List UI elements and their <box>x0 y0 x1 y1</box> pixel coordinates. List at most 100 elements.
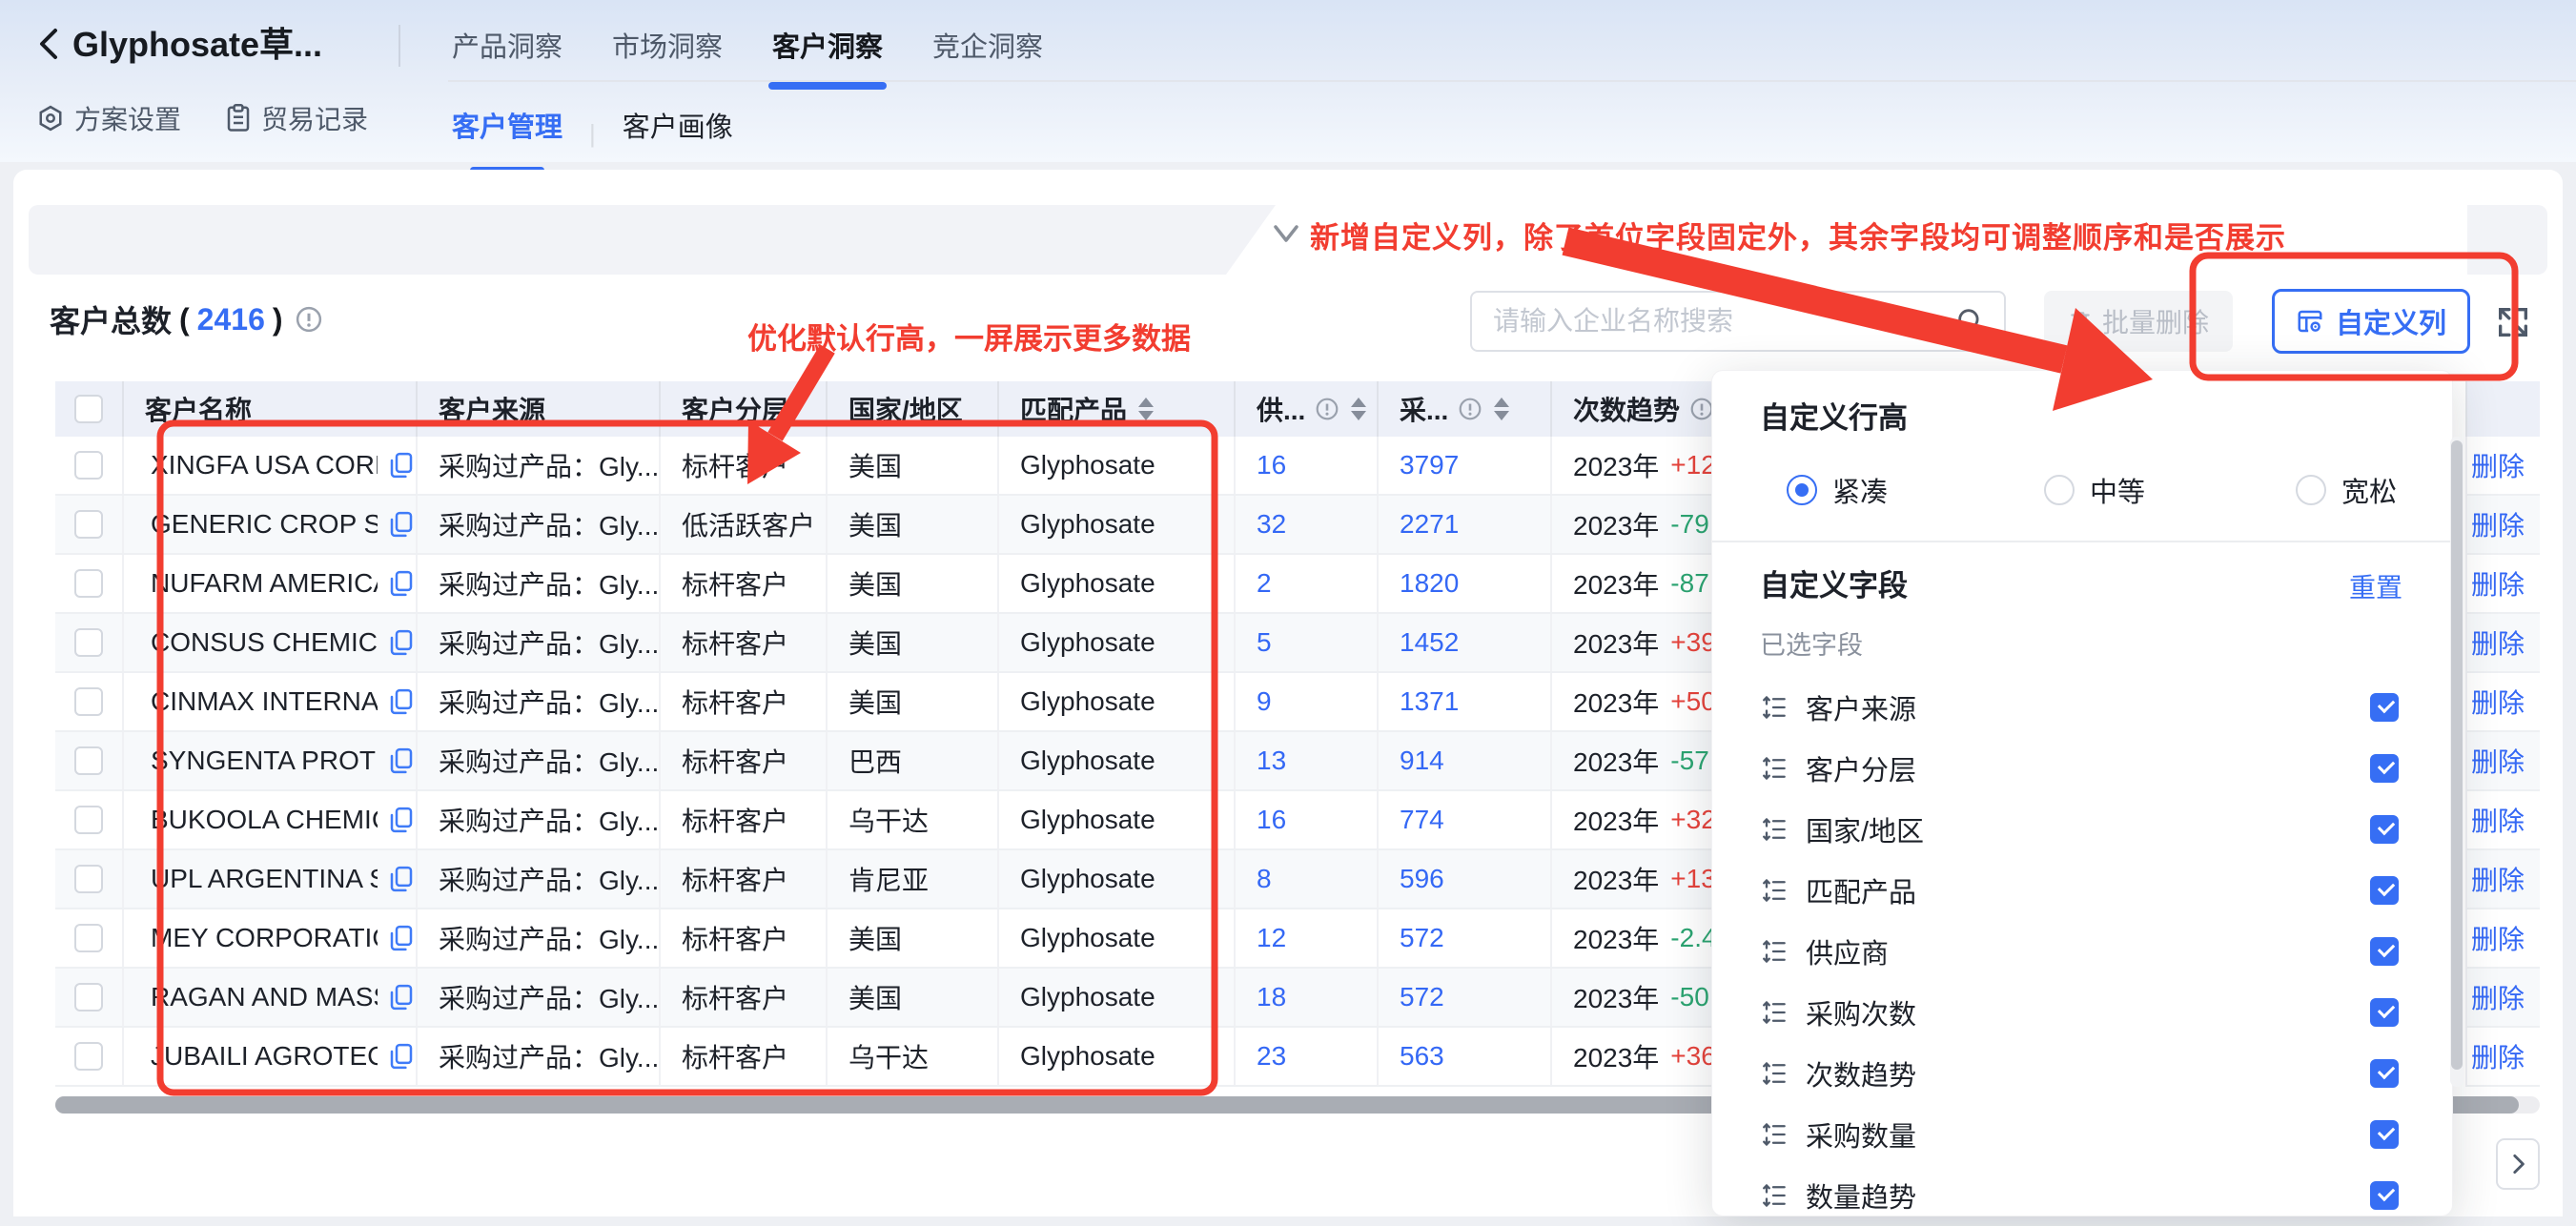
row-checkbox[interactable] <box>74 806 103 834</box>
purchase-count-link[interactable]: 1452 <box>1400 627 1459 658</box>
nav-tab[interactable]: 市场洞察 <box>612 25 723 90</box>
drag-handle-icon[interactable] <box>1760 755 1787 782</box>
info-icon[interactable] <box>1315 397 1339 421</box>
row-checkbox[interactable] <box>74 687 103 716</box>
suppliers-count-link[interactable]: 5 <box>1257 627 1272 658</box>
delete-link[interactable]: 删除 <box>2471 446 2525 484</box>
purchase-count-link[interactable]: 563 <box>1400 1041 1444 1072</box>
radio-compact[interactable]: 紧凑 <box>1787 470 1888 510</box>
suppliers-count-link[interactable]: 9 <box>1257 686 1272 717</box>
copy-icon[interactable] <box>387 510 416 539</box>
vertical-scrollbar-thumb[interactable] <box>2451 440 2463 1070</box>
row-checkbox[interactable] <box>74 983 103 1011</box>
copy-icon[interactable] <box>387 569 416 598</box>
radio-loose[interactable]: 宽松 <box>2296 470 2397 510</box>
drag-handle-icon[interactable] <box>1760 938 1787 965</box>
suppliers-count-link[interactable]: 12 <box>1257 923 1286 953</box>
purchase-count-link[interactable]: 572 <box>1400 982 1444 1012</box>
field-checkbox[interactable] <box>2370 815 2399 844</box>
scheme-settings-button[interactable]: 方案设置 <box>36 99 181 137</box>
field-checkbox[interactable] <box>2370 1059 2399 1088</box>
copy-icon[interactable] <box>387 865 416 893</box>
drag-handle-icon[interactable] <box>1760 1121 1787 1148</box>
copy-icon[interactable] <box>387 628 416 657</box>
suppliers-count-link[interactable]: 16 <box>1257 450 1286 480</box>
suppliers-count-link[interactable]: 23 <box>1257 1041 1286 1072</box>
suppliers-count-link[interactable]: 18 <box>1257 982 1286 1012</box>
purchase-count-link[interactable]: 914 <box>1400 746 1444 776</box>
suppliers-count-link[interactable]: 13 <box>1257 746 1286 776</box>
row-checkbox[interactable] <box>74 1042 103 1071</box>
delete-link[interactable]: 删除 <box>2471 742 2525 780</box>
next-page-button[interactable] <box>2496 1138 2540 1190</box>
suppliers-count-link[interactable]: 2 <box>1257 568 1272 599</box>
suppliers-count-link[interactable]: 16 <box>1257 805 1286 835</box>
row-checkbox[interactable] <box>74 865 103 893</box>
reset-link[interactable]: 重置 <box>2349 567 2402 605</box>
copy-icon[interactable] <box>387 746 416 775</box>
copy-icon[interactable] <box>387 806 416 834</box>
purchase-count-link[interactable]: 3797 <box>1400 450 1459 480</box>
info-icon[interactable] <box>1458 397 1482 421</box>
suppliers-count-link[interactable]: 8 <box>1257 864 1272 894</box>
nav-tab[interactable]: 客户洞察 <box>772 25 883 90</box>
field-checkbox[interactable] <box>2370 998 2399 1027</box>
select-all-checkbox[interactable] <box>74 395 103 423</box>
vertical-scrollbar[interactable] <box>2450 437 2464 1087</box>
purchase-count-link[interactable]: 2271 <box>1400 509 1459 540</box>
row-checkbox[interactable] <box>74 746 103 775</box>
copy-icon[interactable] <box>387 924 416 952</box>
sort-icon[interactable] <box>1494 398 1509 420</box>
purchase-count-link[interactable]: 572 <box>1400 923 1444 953</box>
search-input[interactable] <box>1493 306 1954 337</box>
field-checkbox[interactable] <box>2370 876 2399 905</box>
radio-medium[interactable]: 中等 <box>2044 470 2145 510</box>
nav-tab[interactable]: 竞企洞察 <box>932 25 1043 90</box>
purchase-count-link[interactable]: 774 <box>1400 805 1444 835</box>
delete-link[interactable]: 删除 <box>2471 623 2525 662</box>
row-checkbox[interactable] <box>74 569 103 598</box>
drag-handle-icon[interactable] <box>1760 999 1787 1026</box>
purchase-count-link[interactable]: 596 <box>1400 864 1444 894</box>
row-checkbox[interactable] <box>74 510 103 539</box>
row-checkbox[interactable] <box>74 924 103 952</box>
delete-link[interactable]: 删除 <box>2471 505 2525 543</box>
drag-handle-icon[interactable] <box>1760 694 1787 721</box>
row-checkbox[interactable] <box>74 451 103 480</box>
delete-link[interactable]: 删除 <box>2471 860 2525 898</box>
nav-tab[interactable]: 产品洞察 <box>452 25 562 90</box>
drag-handle-icon[interactable] <box>1760 877 1787 904</box>
sort-icon[interactable] <box>1351 398 1366 420</box>
drag-handle-icon[interactable] <box>1760 1060 1787 1087</box>
field-checkbox[interactable] <box>2370 754 2399 783</box>
back-icon[interactable] <box>32 25 67 63</box>
tab-customer-management[interactable]: 客户管理 <box>452 101 562 166</box>
search-icon[interactable] <box>1954 305 1987 337</box>
customize-columns-button[interactable]: 自定义列 <box>2272 289 2470 354</box>
tab-customer-profile[interactable]: 客户画像 <box>623 101 733 166</box>
purchase-count-link[interactable]: 1371 <box>1400 686 1459 717</box>
delete-link[interactable]: 删除 <box>2471 683 2525 721</box>
field-checkbox[interactable] <box>2370 1120 2399 1149</box>
delete-link[interactable]: 删除 <box>2471 1037 2525 1075</box>
bulk-delete-button[interactable]: 批量删除 <box>2044 291 2233 352</box>
delete-link[interactable]: 删除 <box>2471 801 2525 839</box>
copy-icon[interactable] <box>387 983 416 1011</box>
copy-icon[interactable] <box>387 1042 416 1071</box>
field-checkbox[interactable] <box>2370 937 2399 966</box>
copy-icon[interactable] <box>387 687 416 716</box>
row-checkbox[interactable] <box>74 628 103 657</box>
field-checkbox[interactable] <box>2370 693 2399 722</box>
delete-link[interactable]: 删除 <box>2471 564 2525 603</box>
suppliers-count-link[interactable]: 32 <box>1257 509 1286 540</box>
delete-link[interactable]: 删除 <box>2471 978 2525 1016</box>
drag-handle-icon[interactable] <box>1760 816 1787 843</box>
info-icon[interactable] <box>295 305 323 334</box>
field-checkbox[interactable] <box>2370 1181 2399 1210</box>
trade-records-button[interactable]: 贸易记录 <box>225 99 368 137</box>
fullscreen-icon[interactable] <box>2494 303 2532 341</box>
sort-icon[interactable] <box>1138 398 1154 420</box>
purchase-count-link[interactable]: 1820 <box>1400 568 1459 599</box>
chevron-down-icon[interactable] <box>1270 219 1302 248</box>
delete-link[interactable]: 删除 <box>2471 919 2525 957</box>
